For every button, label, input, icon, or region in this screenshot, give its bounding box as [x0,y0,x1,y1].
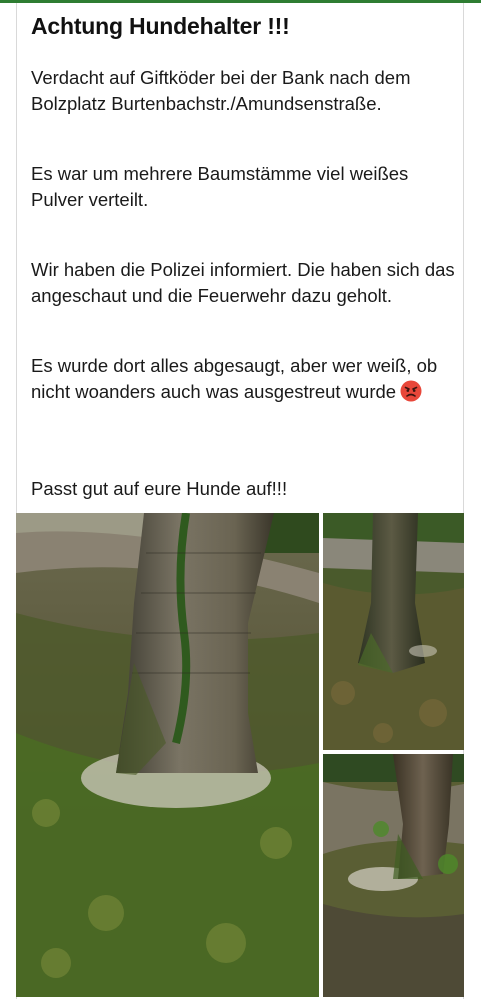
tree-photo-top-right[interactable] [323,513,464,750]
post-title: Achtung Hundehalter !!! [31,13,290,39]
tree-photo-bottom-right[interactable] [323,754,464,997]
post-paragraph: Verdacht auf Giftköder bei der Bank nach… [31,67,411,114]
post-paragraph: Passt gut auf eure Hunde auf!!! [31,478,288,499]
angry-face-emoji [400,380,422,402]
post-paragraph-with-emoji: Es wurde dort alles abgesaugt, aber wer … [31,353,456,405]
post-paragraph: Es war um mehrere Baumstämme viel weißes… [31,163,409,210]
post-paragraph: Es wurde dort alles abgesaugt, aber wer … [31,355,438,402]
tree-photo-large[interactable] [16,513,319,997]
post-paragraph: Wir haben die Polizei informiert. Die ha… [31,259,455,306]
